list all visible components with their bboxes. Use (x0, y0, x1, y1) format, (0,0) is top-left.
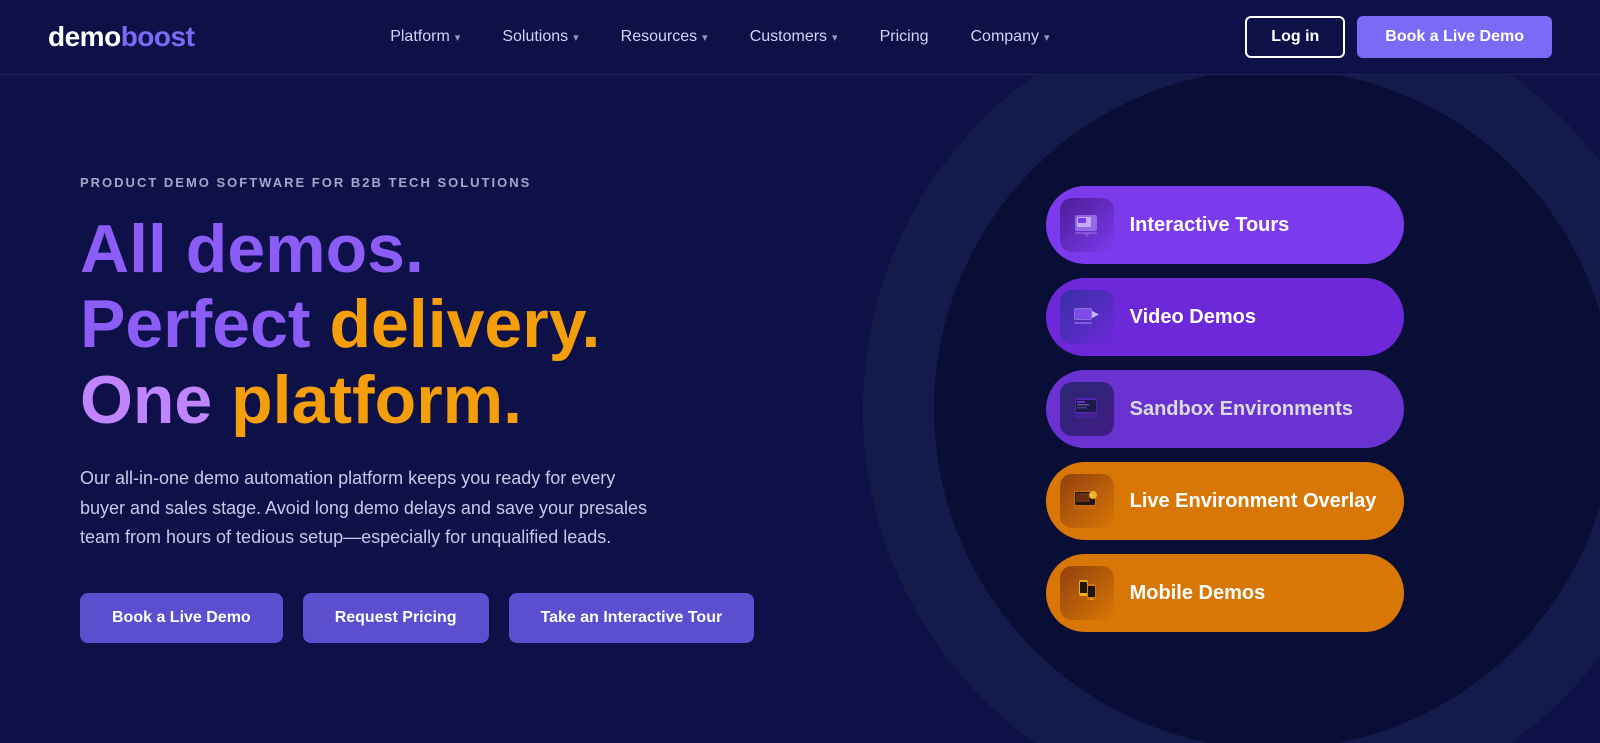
live-overlay-icon: ! (1060, 474, 1114, 528)
hero-description: Our all-in-one demo automation platform … (80, 464, 660, 553)
chevron-down-icon: ▾ (702, 31, 708, 44)
demo-card-sandbox[interactable]: Sandbox Environments (1046, 370, 1405, 448)
nav-solutions[interactable]: Solutions ▾ (486, 20, 594, 54)
demo-cards-list: Interactive Tours Video Demos (1046, 186, 1405, 632)
logo-demo: demo (48, 21, 121, 52)
video-demos-icon (1060, 290, 1114, 344)
mobile-demos-label: Mobile Demos (1130, 582, 1266, 605)
interactive-tours-icon (1060, 198, 1114, 252)
book-demo-nav-button[interactable]: Book a Live Demo (1357, 16, 1552, 58)
login-button[interactable]: Log in (1245, 16, 1345, 58)
heading-line-1: All demos. (80, 214, 800, 285)
chevron-down-icon: ▾ (832, 31, 838, 44)
nav-actions: Log in Book a Live Demo (1245, 16, 1552, 58)
request-pricing-button[interactable]: Request Pricing (303, 593, 489, 643)
hero-heading: All demos. Perfect delivery. One platfor… (80, 214, 800, 440)
eyebrow-text: PRODUCT DEMO SOFTWARE FOR B2B TECH SOLUT… (80, 175, 800, 190)
interactive-tours-label: Interactive Tours (1130, 214, 1290, 237)
hero-cta-buttons: Book a Live Demo Request Pricing Take an… (80, 593, 800, 643)
logo-boost: boost (121, 21, 195, 52)
live-overlay-label: Live Environment Overlay (1130, 490, 1377, 513)
demo-card-mobile-demos[interactable]: Mobile Demos (1046, 554, 1405, 632)
hero-left: PRODUCT DEMO SOFTWARE FOR B2B TECH SOLUT… (0, 75, 880, 743)
logo[interactable]: demoboost (48, 21, 194, 53)
interactive-tour-button[interactable]: Take an Interactive Tour (509, 593, 755, 643)
chevron-down-icon: ▾ (455, 31, 461, 44)
nav-company[interactable]: Company ▾ (954, 20, 1065, 54)
hero-right: Interactive Tours Video Demos (880, 75, 1600, 743)
nav-platform[interactable]: Platform ▾ (374, 20, 476, 54)
nav-resources[interactable]: Resources ▾ (605, 20, 724, 54)
demo-card-video-demos[interactable]: Video Demos (1046, 278, 1405, 356)
hero-section: PRODUCT DEMO SOFTWARE FOR B2B TECH SOLUT… (0, 75, 1600, 743)
heading-line-3: One platform. (80, 365, 800, 436)
demo-card-interactive-tours[interactable]: Interactive Tours (1046, 186, 1405, 264)
chevron-down-icon: ▾ (573, 31, 579, 44)
mobile-demos-icon (1060, 566, 1114, 620)
demo-card-live-overlay[interactable]: ! Live Environment Overlay (1046, 462, 1405, 540)
video-demos-label: Video Demos (1130, 306, 1256, 329)
nav-customers[interactable]: Customers ▾ (734, 20, 854, 54)
nav-pricing[interactable]: Pricing (864, 20, 945, 54)
navbar: demoboost Platform ▾ Solutions ▾ Resourc… (0, 0, 1600, 75)
heading-line-2: Perfect delivery. (80, 289, 800, 360)
sandbox-label: Sandbox Environments (1130, 398, 1353, 421)
chevron-down-icon: ▾ (1044, 31, 1050, 44)
book-live-demo-button[interactable]: Book a Live Demo (80, 593, 283, 643)
nav-links: Platform ▾ Solutions ▾ Resources ▾ Custo… (374, 20, 1065, 54)
sandbox-icon (1060, 382, 1114, 436)
